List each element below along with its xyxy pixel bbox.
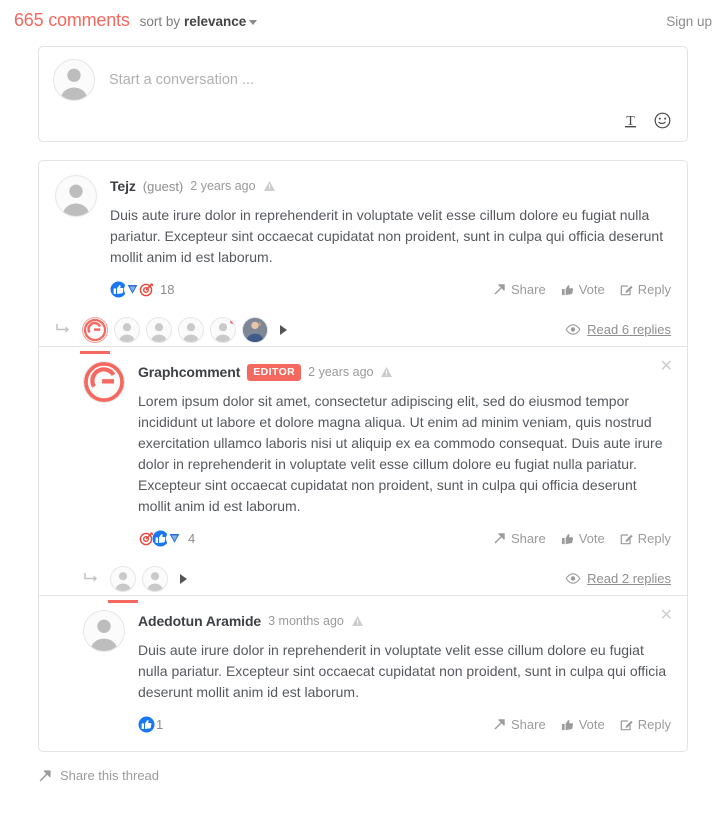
reply-label: Reply (637, 282, 671, 297)
compose-placeholder[interactable]: Start a conversation ... (109, 72, 254, 88)
widget-header: 665 comments sort by relevance Sign up (0, 0, 726, 46)
comment-item: ✕ Graphcomment EDITOR 2 years ago Lorem … (39, 347, 687, 595)
vote-label: Vote (578, 717, 605, 732)
comment-timestamp: 2 years ago (190, 179, 256, 193)
reply-label: Reply (637, 717, 671, 732)
comment-author[interactable]: Tejz (110, 178, 136, 194)
read-replies-link[interactable]: Read 2 replies (565, 571, 671, 586)
reply-button[interactable]: Reply (620, 282, 671, 297)
share-thread-label: Share this thread (60, 768, 160, 783)
reply-arrow-icon (55, 323, 72, 337)
reaction-thumbsup-icon (138, 716, 155, 733)
editor-badge: EDITOR (247, 363, 302, 381)
comment-timestamp: 3 months ago (268, 614, 344, 628)
vote-button[interactable]: Vote (561, 531, 605, 546)
comment-author[interactable]: Adedotun Aramide (138, 613, 261, 629)
report-icon[interactable] (351, 615, 364, 627)
reply-button[interactable]: Reply (620, 717, 671, 732)
share-button[interactable]: Share (493, 282, 546, 297)
sort-control[interactable]: sort by relevance (140, 14, 258, 29)
reaction-count: 18 (160, 282, 175, 297)
chevron-down-icon (249, 19, 258, 25)
close-icon[interactable]: ✕ (660, 608, 673, 624)
avatar[interactable] (83, 610, 125, 652)
reply-arrow-icon (83, 572, 100, 586)
avatar-current-user (53, 59, 95, 101)
comment-item: Tejz (guest) 2 years ago Duis aute irure… (39, 161, 687, 346)
share-label: Share (511, 282, 546, 297)
reply-avatar-unread[interactable] (210, 316, 236, 343)
vote-label: Vote (578, 282, 605, 297)
sort-value-label: relevance (183, 14, 247, 29)
share-button[interactable]: Share (493, 717, 546, 732)
report-icon[interactable] (263, 180, 276, 192)
reaction-count: 4 (188, 531, 196, 546)
reaction-target-icon (138, 281, 155, 298)
sort-prefix-label: sort by (139, 14, 181, 29)
close-icon[interactable]: ✕ (660, 359, 673, 375)
reply-avatar[interactable] (114, 316, 140, 343)
unread-dot-icon (229, 317, 235, 325)
reply-label: Reply (637, 531, 671, 546)
reaction-summary[interactable]: 1 (138, 716, 163, 733)
sign-up-link[interactable]: Sign up (666, 14, 712, 29)
reply-avatar[interactable] (110, 565, 136, 592)
expand-replies-chevron-icon[interactable] (180, 573, 187, 584)
reaction-summary[interactable]: 18 (110, 281, 174, 298)
compose-box[interactable]: Start a conversation ... T (38, 46, 688, 142)
comment-timestamp: 2 years ago (308, 365, 374, 379)
read-replies-label: Read 2 replies (587, 571, 671, 586)
report-icon[interactable] (380, 366, 393, 378)
comment-thread: Tejz (guest) 2 years ago Duis aute irure… (38, 160, 688, 752)
vote-button[interactable]: Vote (561, 282, 605, 297)
comment-text: Duis aute irure dolor in reprehenderit i… (110, 207, 664, 265)
comment-count: 665 comments (14, 10, 130, 30)
reply-avatar-photo[interactable] (242, 316, 268, 343)
reply-button[interactable]: Reply (620, 531, 671, 546)
expand-replies-chevron-icon[interactable] (280, 324, 287, 335)
share-thread-link[interactable]: Share this thread (38, 768, 726, 783)
reaction-badge-icon (166, 530, 183, 547)
replies-strip: Read 6 replies (39, 308, 687, 346)
vote-label: Vote (578, 531, 605, 546)
vote-button[interactable]: Vote (561, 717, 605, 732)
reaction-summary[interactable]: 4 (138, 530, 195, 547)
reply-avatar[interactable] (146, 316, 172, 343)
avatar[interactable] (55, 175, 97, 217)
reaction-count: 1 (156, 717, 164, 732)
read-replies-link[interactable]: Read 6 replies (565, 322, 671, 337)
emoji-icon[interactable] (654, 112, 671, 129)
share-label: Share (511, 717, 546, 732)
reply-avatar[interactable] (178, 316, 204, 343)
share-label: Share (511, 531, 546, 546)
comment-item: ✕ Adedotun Aramide 3 months ago Duis aut… (39, 596, 687, 751)
author-guest-label: (guest) (142, 178, 184, 194)
replies-strip: Read 2 replies (67, 557, 687, 595)
text-format-icon[interactable]: T (623, 113, 638, 129)
comment-text: Duis aute irure dolor in reprehenderit i… (138, 642, 667, 700)
comment-text: Lorem ipsum dolor sit amet, consectetur … (138, 393, 663, 514)
comment-author[interactable]: Graphcomment (138, 364, 240, 380)
read-replies-label: Read 6 replies (587, 322, 671, 337)
share-button[interactable]: Share (493, 531, 546, 546)
reply-avatar[interactable] (142, 565, 168, 592)
avatar[interactable] (83, 361, 125, 403)
reply-avatar-graphcomment[interactable] (82, 316, 108, 343)
